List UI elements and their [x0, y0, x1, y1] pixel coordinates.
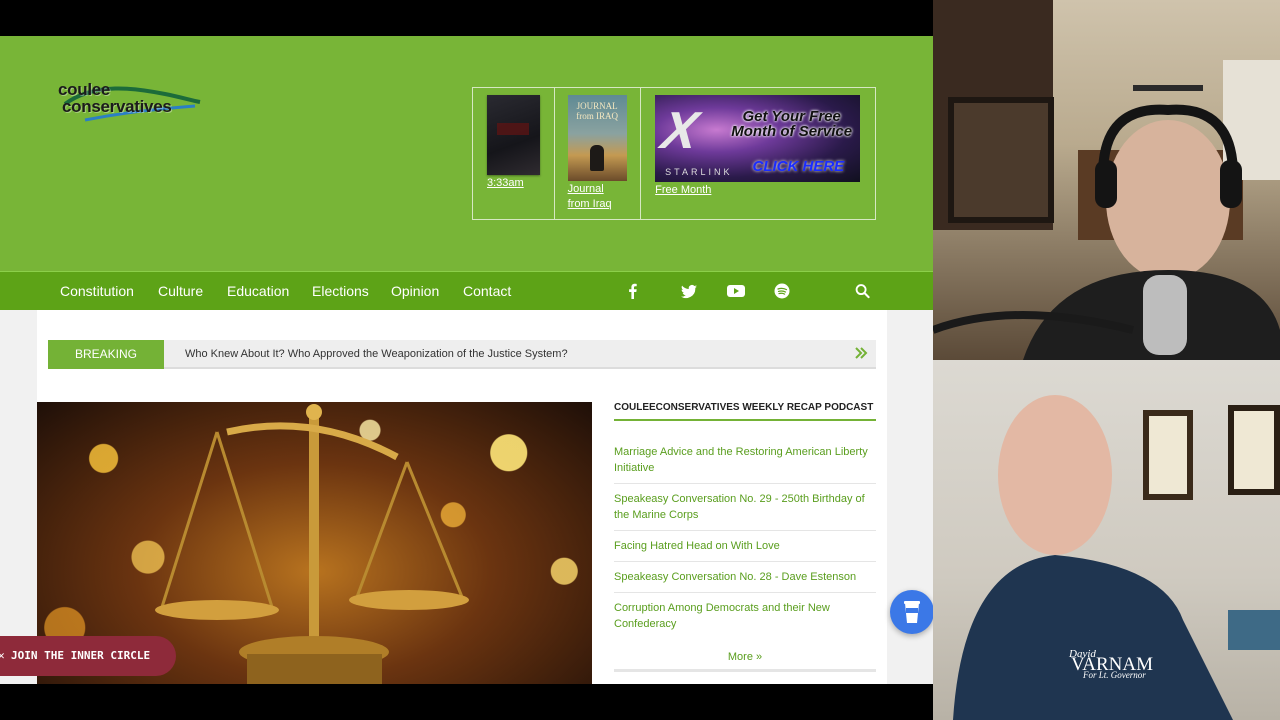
ad-book-journal[interactable]: JOURNAL from IRAQ Journal from Iraq	[555, 88, 642, 219]
webcam-feed-host	[933, 0, 1280, 360]
nav-culture[interactable]: Culture	[158, 283, 203, 299]
facebook-icon[interactable]	[625, 283, 641, 299]
main-content: BREAKING Who Knew About It? Who Approved…	[37, 310, 887, 684]
nav-constitution[interactable]: Constitution	[60, 283, 134, 299]
site-logo[interactable]: coulee conservatives	[55, 80, 205, 126]
recap-item[interactable]: Facing Hatred Head on With Love	[614, 531, 876, 562]
recap-item[interactable]: Speakeasy Conversation No. 28 - Dave Est…	[614, 562, 876, 593]
recap-item[interactable]: Marriage Advice and the Restoring Americ…	[614, 437, 876, 484]
journal-cover-title: JOURNAL from IRAQ	[576, 101, 618, 121]
spotify-icon[interactable]	[774, 283, 790, 299]
breaking-headline[interactable]: Who Knew About It? Who Approved the Weap…	[185, 348, 568, 360]
twitter-icon[interactable]	[681, 283, 697, 299]
nav-contact[interactable]: Contact	[463, 283, 511, 299]
nav-education[interactable]: Education	[227, 283, 289, 299]
nav-elections[interactable]: Elections	[312, 283, 369, 299]
recap-item[interactable]: Speakeasy Conversation No. 29 - 250th Bi…	[614, 484, 876, 531]
starlink-brand: STARLINK	[665, 167, 733, 177]
breaking-label: BREAKING	[48, 340, 164, 369]
screen: coulee conservatives 3:33am JOURNAL from…	[0, 0, 1280, 720]
youtube-icon[interactable]	[727, 283, 745, 299]
webcam-feed-guest: David VARNAM For Lt. Governor	[933, 360, 1280, 720]
breaking-news-bar: BREAKING Who Knew About It? Who Approved…	[48, 340, 876, 369]
coffee-cup-icon	[904, 601, 920, 623]
website: coulee conservatives 3:33am JOURNAL from…	[0, 36, 933, 684]
site-header: coulee conservatives 3:33am JOURNAL from…	[0, 36, 933, 271]
nav-opinion[interactable]: Opinion	[391, 283, 439, 299]
ad-book-333am[interactable]: 3:33am	[473, 88, 555, 219]
soldier-silhouette-icon	[589, 145, 604, 171]
recap-more-link[interactable]: More »	[614, 651, 876, 672]
book-cover-journal[interactable]: JOURNAL from IRAQ	[567, 95, 627, 181]
starlink-offer-text: Get Your Free Month of Service	[731, 108, 853, 140]
ad-link-journal[interactable]: Journal from Iraq	[568, 182, 628, 212]
join-inner-circle-button[interactable]: ✕ JOIN THE INNER CIRCLE	[0, 636, 176, 676]
ad-strip: 3:33am JOURNAL from IRAQ Journal from Ir…	[472, 87, 876, 220]
logo-line2: conservatives	[62, 97, 172, 116]
starlink-x-icon: X	[655, 102, 709, 160]
ad-link-333am[interactable]: 3:33am	[487, 176, 524, 191]
person-with-headset-icon	[933, 0, 1280, 360]
recap-item[interactable]: Corruption Among Democrats and their New…	[614, 593, 876, 639]
buy-me-a-coffee-button[interactable]	[890, 590, 934, 634]
close-icon[interactable]: ✕	[0, 636, 5, 676]
shirt-text-lt-governor: For Lt. Governor	[1083, 670, 1146, 680]
weekly-recap-widget: COULEECONSERVATIVES WEEKLY RECAP PODCAST…	[614, 402, 876, 672]
book-cover-333am[interactable]	[487, 95, 540, 175]
ad-link-free-month[interactable]: Free Month	[655, 183, 711, 198]
recap-heading: COULEECONSERVATIVES WEEKLY RECAP PODCAST	[614, 402, 876, 421]
double-chevron-right-icon[interactable]	[854, 346, 868, 360]
starlink-cta-text: CLICK HERE	[752, 158, 845, 175]
ad-starlink[interactable]: X Get Your Free Month of Service CLICK H…	[641, 88, 875, 219]
search-icon[interactable]	[855, 283, 870, 299]
starlink-banner[interactable]: X Get Your Free Month of Service CLICK H…	[655, 95, 861, 182]
main-nav: Constitution Culture Education Elections…	[0, 271, 933, 310]
inner-circle-label: JOIN THE INNER CIRCLE	[11, 649, 151, 662]
